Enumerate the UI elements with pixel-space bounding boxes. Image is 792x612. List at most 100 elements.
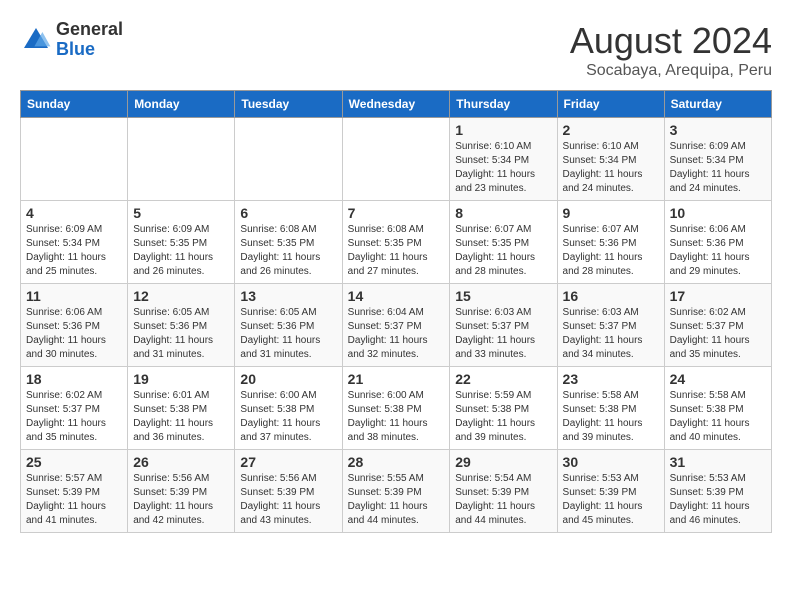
calendar-cell: 28 Sunrise: 5:55 AM Sunset: 5:39 PM Dayli… — [342, 450, 450, 533]
calendar-cell — [235, 118, 342, 201]
day-info: Sunrise: 6:08 AM Sunset: 5:35 PM Dayligh… — [240, 223, 336, 279]
day-info: Sunrise: 5:56 AM Sunset: 5:39 PM Dayligh… — [240, 472, 336, 528]
calendar-cell: 30 Sunrise: 5:53 AM Sunset: 5:39 PM Dayli… — [557, 450, 664, 533]
day-info: Sunrise: 6:06 AM Sunset: 5:36 PM Dayligh… — [670, 223, 766, 279]
week-row-2: 4 Sunrise: 6:09 AM Sunset: 5:34 PM Daylig… — [21, 201, 772, 284]
day-number: 16 — [563, 288, 659, 304]
calendar-cell: 6Sunrise: 6:08 AM Sunset: 5:35 PM Daylig… — [235, 201, 342, 284]
calendar-cell: 19Sunrise: 6:01 AM Sunset: 5:38 PM Dayli… — [128, 367, 235, 450]
calendar-cell — [21, 118, 128, 201]
title-block: August 2024 Socabaya, Arequipa, Peru — [570, 20, 772, 80]
day-info: Sunrise: 6:03 AM Sunset: 5:37 PM Dayligh… — [455, 306, 551, 362]
calendar-cell: 12 Sunrise: 6:05 AM Sunset: 5:36 PM Dayli… — [128, 284, 235, 367]
calendar-table: SundayMondayTuesdayWednesdayThursdayFrid… — [20, 90, 772, 533]
calendar-cell: 11 Sunrise: 6:06 AM Sunset: 5:36 PM Dayli… — [21, 284, 128, 367]
day-number: 28 — [348, 454, 445, 470]
calendar-cell: 16 Sunrise: 6:03 AM Sunset: 5:37 PM Dayli… — [557, 284, 664, 367]
day-number: 5 — [133, 205, 229, 221]
column-header-tuesday: Tuesday — [235, 91, 342, 118]
day-info: Sunrise: 6:07 AM Sunset: 5:36 PM Dayligh… — [563, 223, 659, 279]
calendar-cell: 27 Sunrise: 5:56 AM Sunset: 5:39 PM Dayli… — [235, 450, 342, 533]
logo-icon — [20, 24, 52, 56]
calendar-cell: 25Sunrise: 5:57 AM Sunset: 5:39 PM Dayli… — [21, 450, 128, 533]
day-info: Sunrise: 5:54 AM Sunset: 5:39 PM Dayligh… — [455, 472, 551, 528]
day-number: 31 — [670, 454, 766, 470]
day-info: Sunrise: 6:10 AM Sunset: 5:34 PM Dayligh… — [563, 140, 659, 196]
day-info: Sunrise: 5:58 AM Sunset: 5:38 PM Dayligh… — [670, 389, 766, 445]
day-info: Sunrise: 5:53 AM Sunset: 5:39 PM Dayligh… — [670, 472, 766, 528]
column-header-sunday: Sunday — [21, 91, 128, 118]
calendar-cell: 26 Sunrise: 5:56 AM Sunset: 5:39 PM Dayli… — [128, 450, 235, 533]
column-header-wednesday: Wednesday — [342, 91, 450, 118]
day-info: Sunrise: 6:06 AM Sunset: 5:36 PM Dayligh… — [26, 306, 122, 362]
day-info: Sunrise: 6:04 AM Sunset: 5:37 PM Dayligh… — [348, 306, 445, 362]
column-header-monday: Monday — [128, 91, 235, 118]
day-number: 11 — [26, 288, 122, 304]
calendar-cell: 18 Sunrise: 6:02 AM Sunset: 5:37 PM Dayli… — [21, 367, 128, 450]
week-row-3: 11 Sunrise: 6:06 AM Sunset: 5:36 PM Dayli… — [21, 284, 772, 367]
day-info: Sunrise: 6:02 AM Sunset: 5:37 PM Dayligh… — [670, 306, 766, 362]
calendar-cell: 10 Sunrise: 6:06 AM Sunset: 5:36 PM Dayli… — [664, 201, 771, 284]
day-number: 17 — [670, 288, 766, 304]
calendar-cell: 22 Sunrise: 5:59 AM Sunset: 5:38 PM Dayli… — [450, 367, 557, 450]
day-number: 8 — [455, 205, 551, 221]
calendar-cell: 1Sunrise: 6:10 AM Sunset: 5:34 PM Daylig… — [450, 118, 557, 201]
day-number: 29 — [455, 454, 551, 470]
day-info: Sunrise: 6:05 AM Sunset: 5:36 PM Dayligh… — [240, 306, 336, 362]
calendar-cell: 31 Sunrise: 5:53 AM Sunset: 5:39 PM Dayli… — [664, 450, 771, 533]
calendar-cell: 29 Sunrise: 5:54 AM Sunset: 5:39 PM Dayli… — [450, 450, 557, 533]
calendar-cell: 8 Sunrise: 6:07 AM Sunset: 5:35 PM Daylig… — [450, 201, 557, 284]
day-info: Sunrise: 5:56 AM Sunset: 5:39 PM Dayligh… — [133, 472, 229, 528]
calendar-cell — [342, 118, 450, 201]
day-number: 1 — [455, 122, 551, 138]
day-info: Sunrise: 6:09 AM Sunset: 5:34 PM Dayligh… — [26, 223, 122, 279]
calendar-cell: 20 Sunrise: 6:00 AM Sunset: 5:38 PM Dayli… — [235, 367, 342, 450]
day-info: Sunrise: 5:53 AM Sunset: 5:39 PM Dayligh… — [563, 472, 659, 528]
week-row-1: 1 Sunrise: 6:10 AM Sunset: 5:34 PM Daylig… — [21, 118, 772, 201]
day-number: 7 — [348, 205, 445, 221]
calendar-cell: 14 Sunrise: 6:04 AM Sunset: 5:37 PM Dayli… — [342, 284, 450, 367]
calendar-cell — [128, 118, 235, 201]
day-info: Sunrise: 5:59 AM Sunset: 5:38 PM Dayligh… — [455, 389, 551, 445]
header-row: SundayMondayTuesdayWednesdayThursdayFrid… — [21, 91, 772, 118]
day-number: 27 — [240, 454, 336, 470]
calendar-cell: 23Sunrise: 5:58 AM Sunset: 5:38 PM Dayli… — [557, 367, 664, 450]
day-info: Sunrise: 5:55 AM Sunset: 5:39 PM Dayligh… — [348, 472, 445, 528]
calendar-cell: 5 Sunrise: 6:09 AM Sunset: 5:35 PM Daylig… — [128, 201, 235, 284]
day-number: 21 — [348, 371, 445, 387]
day-number: 20 — [240, 371, 336, 387]
day-number: 12 — [133, 288, 229, 304]
day-number: 26 — [133, 454, 229, 470]
logo: General Blue — [20, 20, 123, 60]
page-header: General Blue August 2024 Socabaya, Arequ… — [20, 20, 772, 80]
logo-line1: General — [56, 20, 123, 40]
day-number: 3 — [670, 122, 766, 138]
week-row-4: 18 Sunrise: 6:02 AM Sunset: 5:37 PM Dayli… — [21, 367, 772, 450]
day-info: Sunrise: 6:07 AM Sunset: 5:35 PM Dayligh… — [455, 223, 551, 279]
calendar-cell: 24Sunrise: 5:58 AM Sunset: 5:38 PM Dayli… — [664, 367, 771, 450]
calendar-cell: 9Sunrise: 6:07 AM Sunset: 5:36 PM Daylig… — [557, 201, 664, 284]
day-info: Sunrise: 6:05 AM Sunset: 5:36 PM Dayligh… — [133, 306, 229, 362]
day-number: 18 — [26, 371, 122, 387]
day-info: Sunrise: 6:02 AM Sunset: 5:37 PM Dayligh… — [26, 389, 122, 445]
calendar-cell: 4 Sunrise: 6:09 AM Sunset: 5:34 PM Daylig… — [21, 201, 128, 284]
day-number: 2 — [563, 122, 659, 138]
day-info: Sunrise: 6:09 AM Sunset: 5:34 PM Dayligh… — [670, 140, 766, 196]
day-number: 10 — [670, 205, 766, 221]
column-header-thursday: Thursday — [450, 91, 557, 118]
week-row-5: 25Sunrise: 5:57 AM Sunset: 5:39 PM Dayli… — [21, 450, 772, 533]
day-info: Sunrise: 6:00 AM Sunset: 5:38 PM Dayligh… — [240, 389, 336, 445]
day-info: Sunrise: 6:03 AM Sunset: 5:37 PM Dayligh… — [563, 306, 659, 362]
day-info: Sunrise: 6:09 AM Sunset: 5:35 PM Dayligh… — [133, 223, 229, 279]
calendar-cell: 3 Sunrise: 6:09 AM Sunset: 5:34 PM Daylig… — [664, 118, 771, 201]
day-number: 19 — [133, 371, 229, 387]
day-info: Sunrise: 6:00 AM Sunset: 5:38 PM Dayligh… — [348, 389, 445, 445]
day-number: 22 — [455, 371, 551, 387]
calendar-cell: 2 Sunrise: 6:10 AM Sunset: 5:34 PM Daylig… — [557, 118, 664, 201]
day-number: 30 — [563, 454, 659, 470]
day-info: Sunrise: 5:57 AM Sunset: 5:39 PM Dayligh… — [26, 472, 122, 528]
day-number: 4 — [26, 205, 122, 221]
calendar-cell: 7Sunrise: 6:08 AM Sunset: 5:35 PM Daylig… — [342, 201, 450, 284]
calendar-cell: 17 Sunrise: 6:02 AM Sunset: 5:37 PM Dayli… — [664, 284, 771, 367]
day-number: 14 — [348, 288, 445, 304]
